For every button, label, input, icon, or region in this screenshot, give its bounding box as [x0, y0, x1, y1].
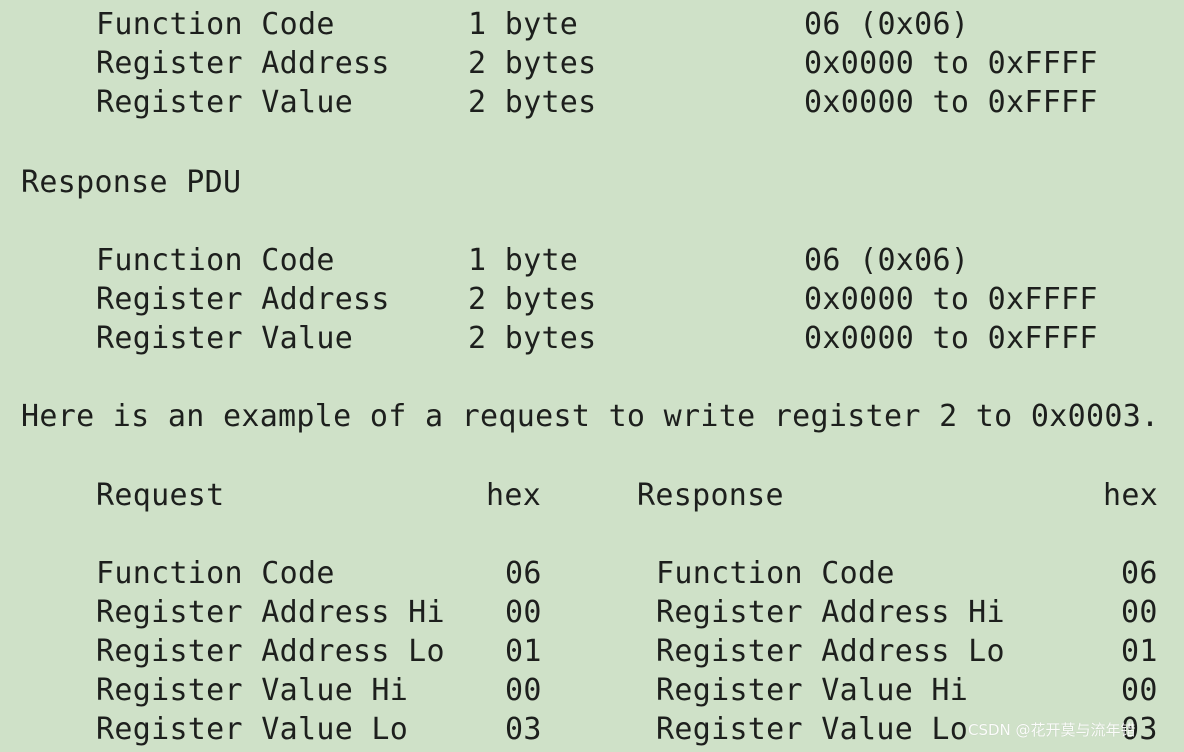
response-pdu-range: 06 (0x06) — [804, 243, 970, 278]
response-pdu-size: 2 bytes — [468, 321, 597, 356]
response-pdu-range: 0x0000 to 0xFFFF — [804, 282, 1098, 317]
example-request-hex: 06 — [505, 556, 542, 591]
response-pdu-size: 1 byte — [468, 243, 579, 278]
request-pdu-size: 2 bytes — [468, 85, 597, 120]
example-response-field: Register Value Hi — [656, 673, 969, 708]
example-response-field: Register Address Hi — [656, 595, 1005, 630]
example-response-hex: 01 — [1121, 634, 1158, 669]
response-pdu-field: Register Value — [96, 321, 354, 356]
example-request-hex: 00 — [505, 595, 542, 630]
example-request-field: Function Code — [96, 556, 335, 591]
csdn-watermark: CSDN @花开莫与流年错 — [968, 721, 1136, 739]
example-response-field: Register Address Lo — [656, 634, 1005, 669]
example-request-field: Register Value Hi — [96, 673, 409, 708]
example-request-hex: 00 — [505, 673, 542, 708]
response-pdu-size: 2 bytes — [468, 282, 597, 317]
example-response-hex: 00 — [1121, 595, 1158, 630]
request-pdu-range: 0x0000 to 0xFFFF — [804, 46, 1098, 81]
response-pdu-field: Function Code — [96, 243, 335, 278]
example-sentence: Here is an example of a request to write… — [21, 399, 1160, 434]
example-response-hex: 06 — [1121, 556, 1158, 591]
response-hex-header: hex — [1103, 478, 1159, 513]
example-response-field: Register Value Lo — [656, 712, 969, 747]
response-header: Response — [637, 478, 784, 513]
example-response-hex: 00 — [1121, 673, 1158, 708]
response-pdu-heading: Response PDU — [21, 165, 242, 200]
example-request-field: Register Address Hi — [96, 595, 445, 630]
response-pdu-range: 0x0000 to 0xFFFF — [804, 321, 1098, 356]
example-response-field: Function Code — [656, 556, 895, 591]
example-request-field: Register Value Lo — [96, 712, 409, 747]
request-pdu-range: 06 (0x06) — [804, 7, 970, 42]
example-request-hex: 01 — [505, 634, 542, 669]
request-header: Request — [96, 478, 225, 513]
request-pdu-size: 2 bytes — [468, 46, 597, 81]
request-pdu-size: 1 byte — [468, 7, 579, 42]
request-pdu-field: Register Value — [96, 85, 354, 120]
example-request-hex: 03 — [505, 712, 542, 747]
request-pdu-field: Register Address — [96, 46, 390, 81]
request-pdu-field: Function Code — [96, 7, 335, 42]
request-hex-header: hex — [486, 478, 542, 513]
response-pdu-field: Register Address — [96, 282, 390, 317]
request-pdu-range: 0x0000 to 0xFFFF — [804, 85, 1098, 120]
example-request-field: Register Address Lo — [96, 634, 445, 669]
